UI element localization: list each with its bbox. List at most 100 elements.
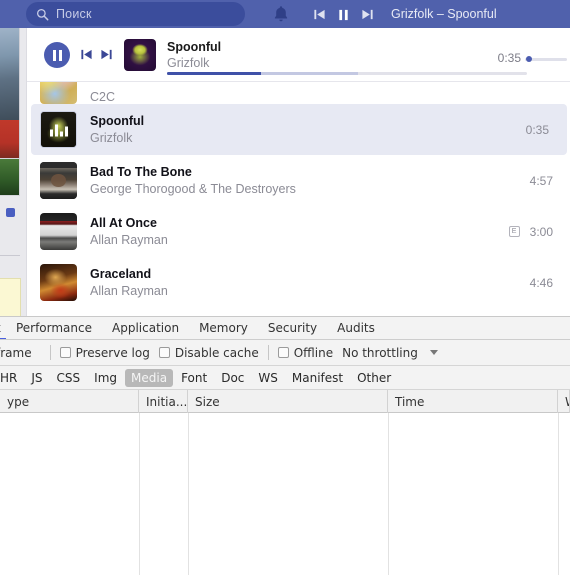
throttling-select[interactable]: No throttling: [342, 346, 418, 360]
equalizer-icon: [49, 123, 68, 136]
offline-checkbox[interactable]: Offline: [277, 345, 334, 360]
track-duration: 4:46: [529, 275, 553, 290]
resource-type-img[interactable]: Img: [88, 369, 123, 387]
track-artist: George Thorogood & The Destroyers: [90, 182, 296, 196]
pause-icon[interactable]: [337, 8, 350, 21]
progress-elapsed: [167, 72, 261, 75]
devtools-tab-audits[interactable]: Audits: [327, 317, 385, 339]
all-at-once-album-art: [40, 213, 77, 250]
app-top-bar: Поиск Grizfolk – Spoonful: [0, 0, 570, 28]
player-track-title: Spoonful: [167, 40, 222, 54]
track-meta: C2C: [77, 87, 553, 104]
track-row[interactable]: All At Once Allan Rayman E 3:00: [27, 206, 570, 257]
devtools-panel: kPerformanceApplicationMemorySecurityAud…: [0, 316, 570, 575]
track-title: Graceland: [90, 267, 152, 281]
track-row-right: E 3:00: [508, 224, 570, 239]
search-input[interactable]: Поиск: [26, 2, 245, 26]
volume-knob[interactable]: [526, 56, 532, 62]
checkbox-box: [158, 347, 170, 358]
track-duration: 4:57: [529, 173, 553, 188]
disable-cache-checkbox[interactable]: Disable cache: [158, 346, 259, 360]
resource-type-font[interactable]: Font: [175, 369, 213, 387]
volume-slider[interactable]: [525, 54, 567, 64]
resource-type-manifest[interactable]: Manifest: [286, 369, 349, 387]
resource-type-other[interactable]: Other: [351, 369, 397, 387]
resource-type-media[interactable]: Media: [125, 368, 174, 387]
background-photo-2: [0, 120, 20, 158]
track-row-right: 4:57: [530, 174, 570, 188]
column-header[interactable]: Time: [388, 390, 558, 413]
devtools-tab-security[interactable]: Security: [258, 317, 327, 339]
bell-icon[interactable]: [273, 5, 289, 23]
filter-divider: [49, 345, 51, 360]
player-previous-button[interactable]: [80, 48, 93, 61]
network-requests-table: ypeInitia...SizeTimeW.: [0, 390, 570, 575]
frame-filter-label: frame: [0, 345, 32, 360]
track-row[interactable]: Spoonful Grizfolk 0:35: [31, 104, 567, 155]
player-progress-slider[interactable]: [167, 72, 527, 75]
resource-type-doc[interactable]: Doc: [215, 369, 250, 387]
checkbox-box: [59, 347, 71, 358]
chevron-down-icon[interactable]: [429, 350, 438, 355]
screen: Поиск Grizfolk – Spoonful Spoonful Grizf…: [0, 0, 570, 575]
track-meta: Bad To The Bone George Thorogood & The De…: [77, 165, 530, 196]
background-photo-3: [0, 158, 20, 196]
column-divider: [388, 413, 389, 575]
background-divider: [0, 255, 20, 256]
track-meta: Graceland Allan Rayman: [77, 267, 530, 298]
track-row[interactable]: C2C: [27, 82, 570, 104]
background-page-strip: [0, 28, 26, 316]
background-note-card: [0, 278, 21, 316]
track-title: All At Once: [90, 216, 157, 230]
track-meta: Spoonful Grizfolk: [77, 114, 526, 145]
mini-player-controls: [313, 0, 374, 28]
player-track-artist: Grizfolk: [167, 56, 210, 70]
track-row[interactable]: Graceland Allan Rayman 4:46: [27, 257, 570, 308]
track-title: Bad To The Bone: [90, 165, 192, 179]
player-next-button[interactable]: [100, 48, 113, 61]
devtools-tab-memory[interactable]: Memory: [189, 317, 258, 339]
column-header[interactable]: Initia...: [139, 390, 188, 413]
track-title: Spoonful: [90, 114, 145, 128]
filter-divider: [267, 345, 269, 360]
track-duration: 3:00: [529, 224, 553, 239]
track-artist: Allan Rayman: [90, 233, 168, 247]
track-list[interactable]: C2C Spoonful Grizfolk 0:35 Bad To The Bone Ge…: [27, 82, 570, 316]
devtools-tab-performance[interactable]: Performance: [6, 317, 102, 339]
resource-type-hr[interactable]: HR: [0, 369, 23, 387]
network-table-header: ypeInitia...SizeTimeW.: [0, 390, 570, 413]
devtools-filter-bar: frame Preserve log Disable cache Offline…: [0, 340, 570, 366]
pause-icon: [52, 49, 62, 61]
devtools-tab-application[interactable]: Application: [102, 317, 189, 339]
track-artist: Allan Rayman: [90, 284, 168, 298]
track-row-right: 0:35: [526, 123, 567, 137]
column-header[interactable]: ype: [0, 390, 139, 413]
player-bar: Spoonful Grizfolk 0:35: [27, 28, 570, 82]
track-artist: Grizfolk: [90, 131, 133, 145]
preserve-log-label: Preserve log: [75, 345, 150, 360]
background-favicon-icon: [6, 208, 15, 217]
skip-previous-icon[interactable]: [313, 8, 326, 21]
column-divider: [139, 413, 140, 575]
track-artist: C2C: [90, 90, 116, 104]
preserve-log-checkbox[interactable]: Preserve log: [59, 345, 150, 360]
resource-type-css[interactable]: CSS: [51, 369, 87, 387]
offline-label: Offline: [293, 345, 334, 360]
now-playing-label: Grizfolk – Spoonful: [391, 7, 497, 21]
skip-next-icon[interactable]: [361, 8, 374, 21]
player-album-art: [124, 39, 156, 71]
resource-type-js[interactable]: JS: [25, 369, 48, 387]
track-meta: All At Once Allan Rayman: [77, 216, 509, 247]
track-row[interactable]: Bad To The Bone George Thorogood & The De…: [27, 155, 570, 206]
network-table-body[interactable]: [0, 413, 570, 575]
checkbox-box: [277, 347, 289, 358]
player-elapsed-time: 0:35: [497, 51, 521, 65]
background-photo-1: [0, 28, 20, 120]
resource-type-ws[interactable]: WS: [252, 369, 283, 387]
column-header[interactable]: Size: [188, 390, 388, 413]
search-placeholder: Поиск: [56, 7, 92, 21]
column-header[interactable]: W.: [558, 390, 570, 413]
explicit-badge: E: [508, 226, 520, 237]
play-pause-button[interactable]: [44, 42, 70, 68]
graceland-album-art: [40, 264, 77, 301]
